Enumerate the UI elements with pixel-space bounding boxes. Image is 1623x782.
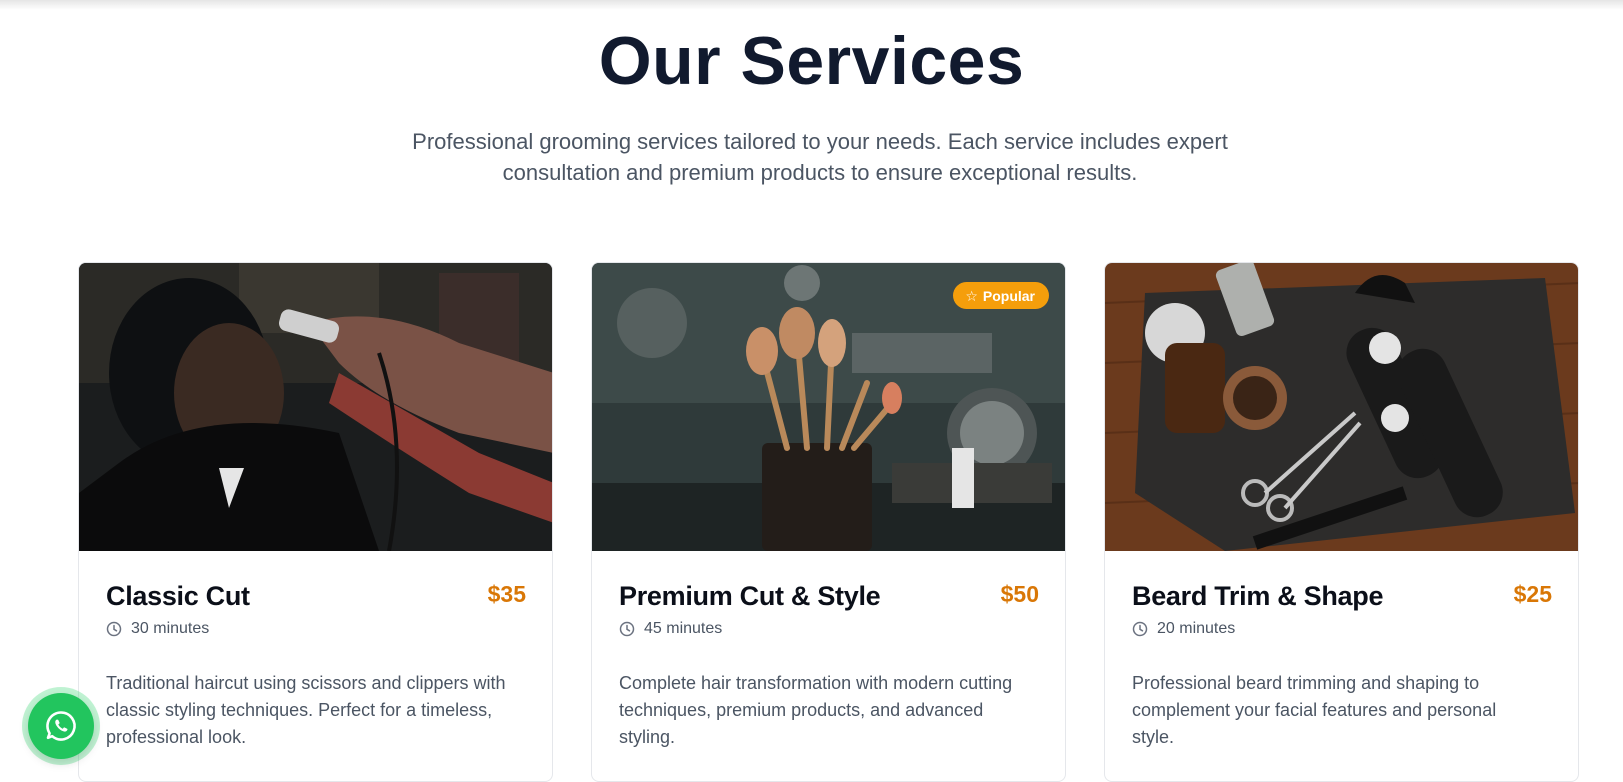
badge-label: Popular: [982, 287, 1035, 304]
duration-label: 20 minutes: [1157, 620, 1236, 637]
clock-icon: [1132, 621, 1148, 637]
makeup-brushes-photo: ☆ Popular: [592, 263, 1065, 551]
service-description: Traditional haircut using scissors and c…: [106, 673, 506, 747]
service-price: $35: [487, 581, 526, 607]
service-name: Premium Cut & Style: [619, 581, 881, 611]
section-subtitle: Professional grooming services tailored …: [412, 129, 1228, 185]
clock-icon: [106, 621, 122, 637]
barber-cutting-hair-photo: [79, 263, 552, 551]
whatsapp-icon: [46, 711, 76, 741]
service-description: Complete hair transformation with modern…: [619, 673, 1013, 747]
service-card-premium-cut-style[interactable]: ☆ Popular Premium Cut & Style $50 45 min…: [591, 262, 1066, 782]
popular-badge: ☆ Popular: [953, 282, 1049, 309]
barber-tools-flatlay-photo: [1105, 263, 1578, 551]
duration-label: 30 minutes: [131, 620, 210, 637]
header-shadow: [0, 0, 1623, 10]
service-name: Beard Trim & Shape: [1132, 581, 1384, 611]
service-price: $25: [1513, 581, 1552, 607]
service-duration: 20 minutes: [1132, 620, 1235, 638]
duration-label: 45 minutes: [644, 620, 723, 637]
service-card-beard-trim-shape[interactable]: Beard Trim & Shape $25 20 minutes Profes…: [1104, 262, 1579, 782]
service-price: $50: [1000, 581, 1039, 607]
service-duration: 30 minutes: [106, 620, 209, 638]
service-description: Professional beard trimming and shaping …: [1132, 673, 1497, 747]
service-duration: 45 minutes: [619, 620, 722, 638]
page-title: Our Services: [598, 23, 1025, 99]
clock-icon: [619, 621, 635, 637]
whatsapp-button[interactable]: [28, 693, 94, 759]
star-icon: ☆: [965, 287, 978, 304]
service-name: Classic Cut: [106, 581, 250, 611]
service-card-classic-cut[interactable]: Classic Cut $35 30 minutes Traditional h…: [78, 262, 553, 782]
